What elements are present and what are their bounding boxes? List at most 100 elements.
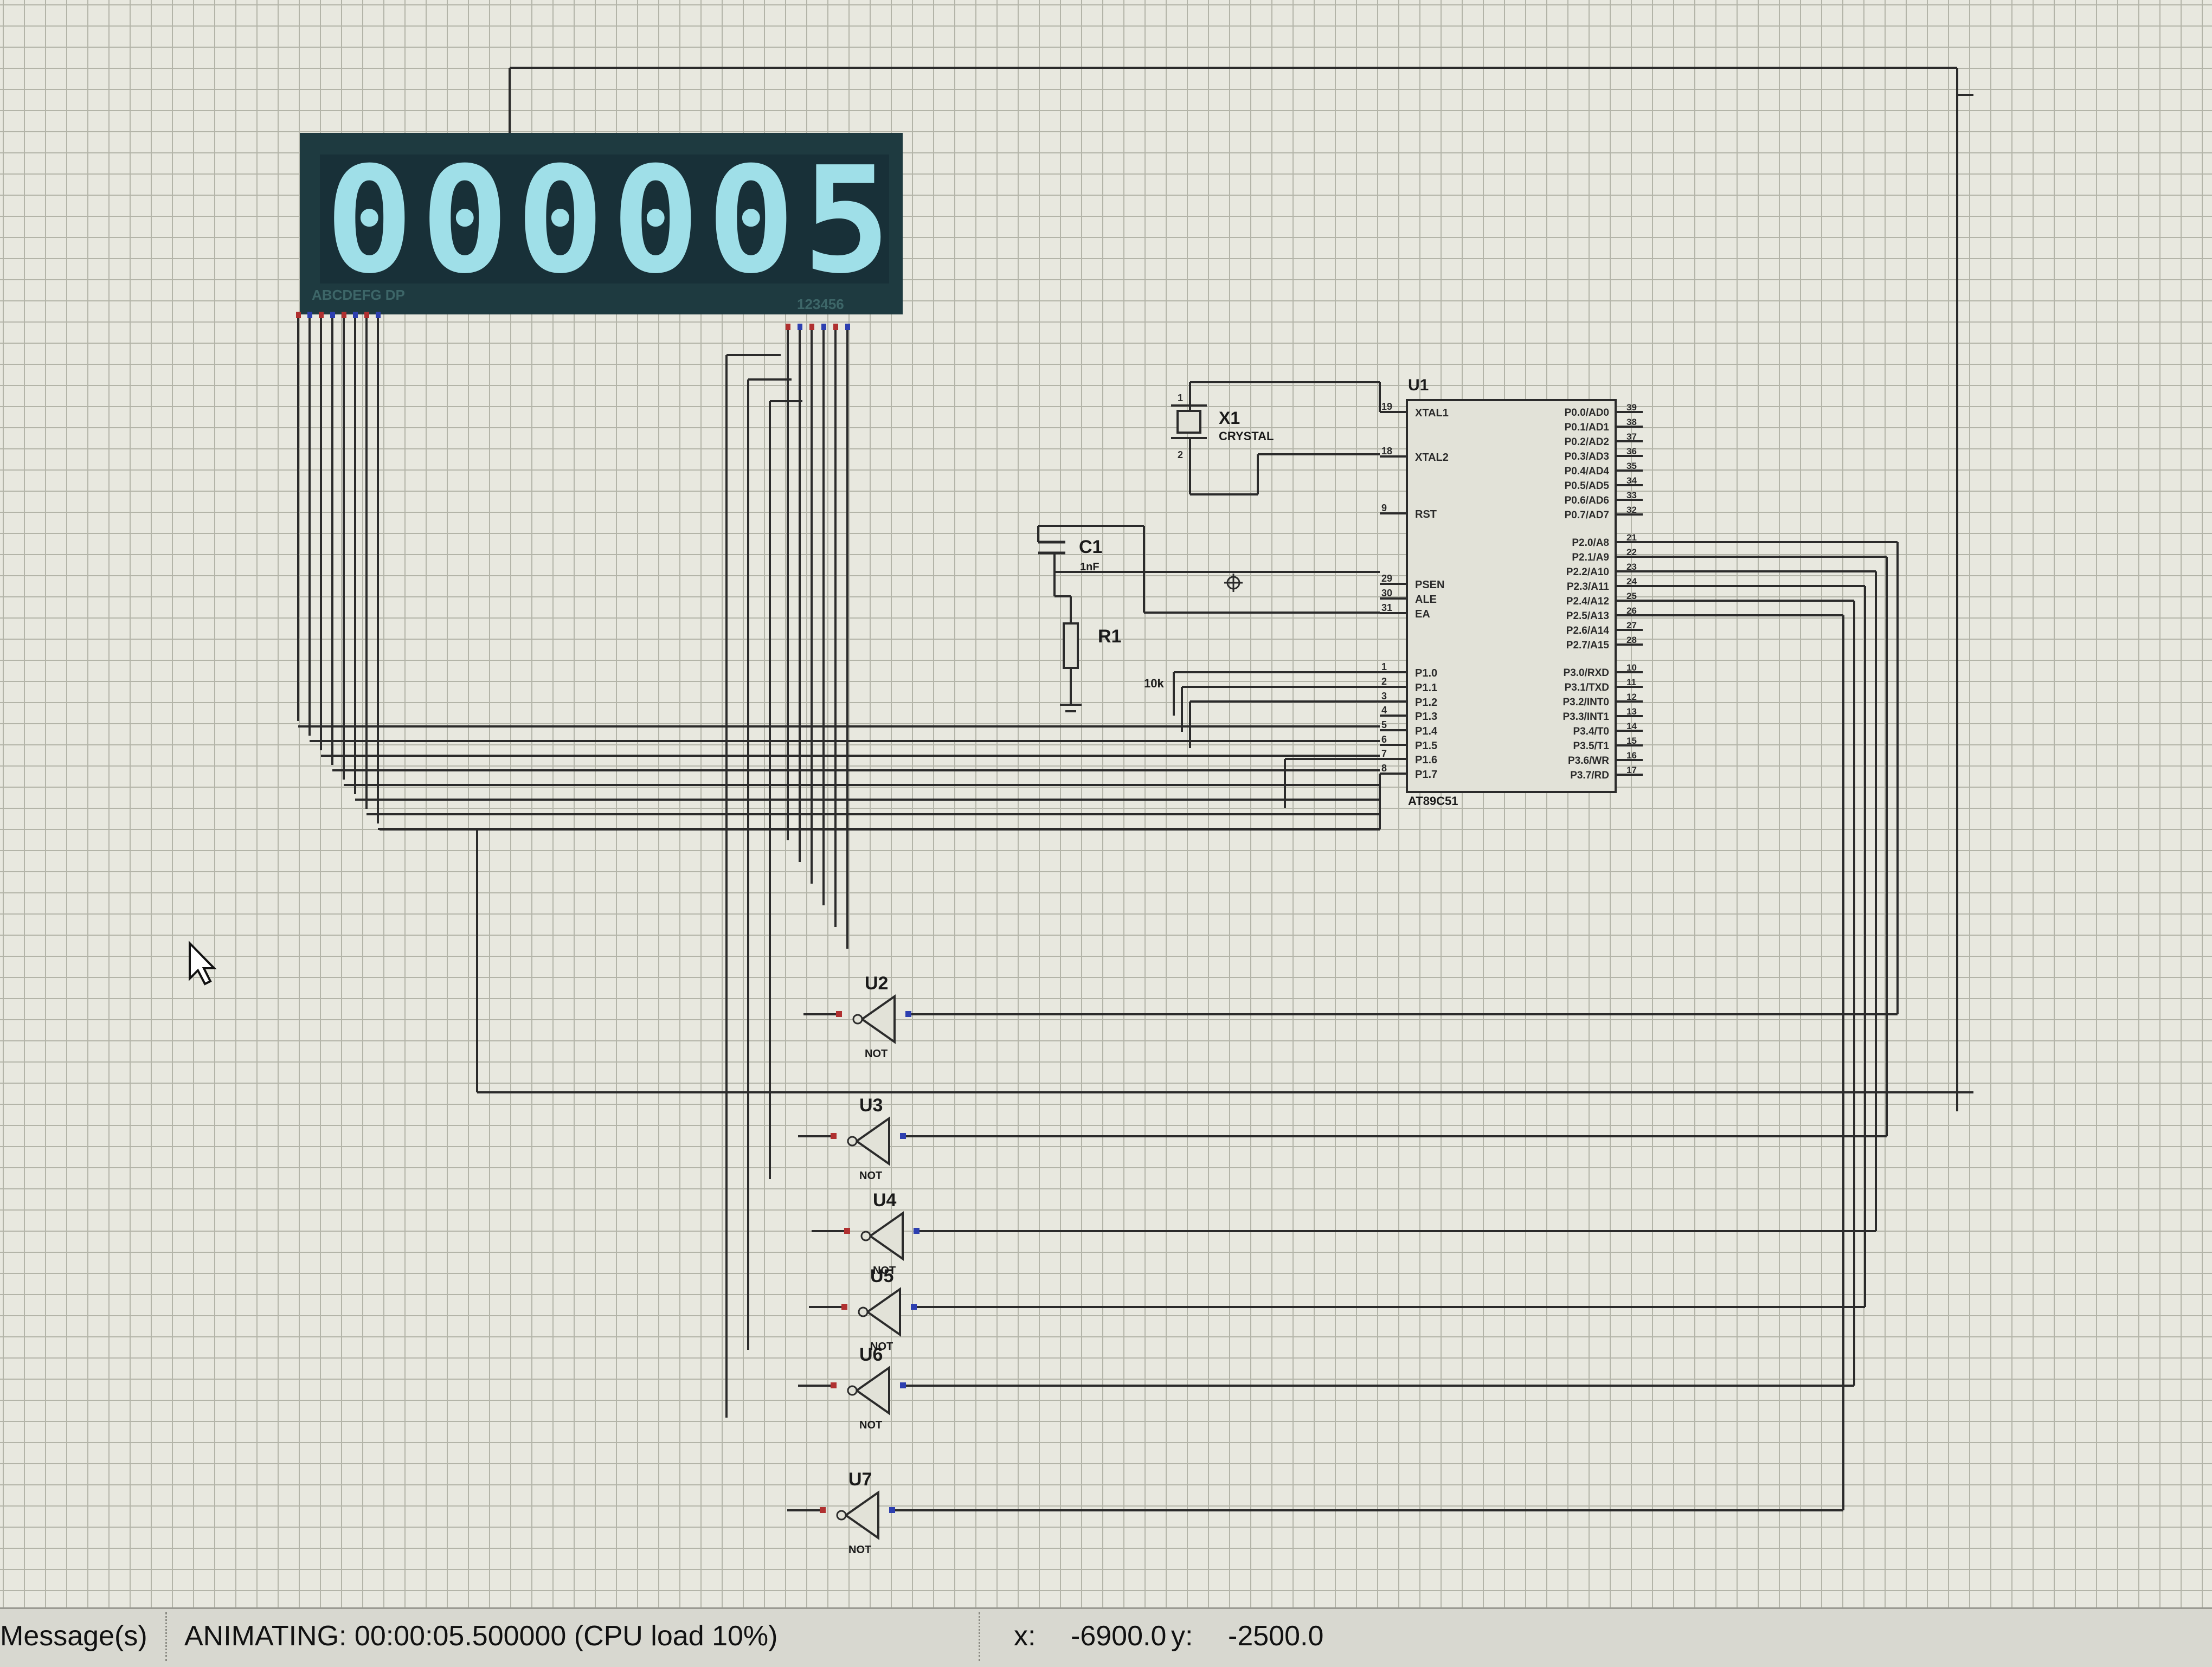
gate-bubble: [858, 1306, 869, 1317]
mcu-pin-number: 10: [1626, 662, 1637, 673]
mcu-pin-name: P1.4: [1415, 725, 1438, 737]
mcu-pin-name: P3.6/WR: [1568, 755, 1609, 767]
segment-pin[interactable]: [353, 312, 358, 318]
gate-input-pin[interactable]: [844, 1228, 850, 1234]
resistor-r1[interactable]: R1 10k: [1060, 622, 1164, 712]
mcu-pin-number: 11: [1626, 677, 1636, 687]
gate-type: NOT: [859, 1419, 882, 1431]
mcu-pin-name: P0.1/AD1: [1565, 422, 1610, 433]
seven-segment-display[interactable]: 000005 ABCDEFG DP 123456: [296, 133, 903, 330]
mcu-pin-name: P3.5/T1: [1573, 741, 1609, 752]
gate-bubble: [860, 1231, 871, 1241]
gate-output-pin[interactable]: [900, 1382, 906, 1388]
mcu-pin-number: 5: [1381, 719, 1387, 730]
mcu-pin-name: P0.6/AD6: [1565, 495, 1609, 506]
gate-output-pin[interactable]: [914, 1228, 919, 1234]
gate-output-pin[interactable]: [905, 1011, 911, 1017]
not-gate[interactable]: U5NOT: [841, 1266, 917, 1353]
inverter-gates[interactable]: U2 NOT U3 NOT U4NOTU5NOTU6 NOT U7 NOT: [820, 973, 919, 1556]
gate-input-pin[interactable]: [820, 1507, 826, 1513]
segment-pin[interactable]: [296, 312, 301, 318]
segment-pin[interactable]: [307, 312, 312, 318]
gate-body: [854, 1116, 890, 1166]
not-gate[interactable]: U3 NOT: [831, 1095, 906, 1182]
not-gate[interactable]: U4NOT: [844, 1190, 919, 1277]
gate-input-pin[interactable]: [831, 1382, 837, 1388]
mcu-pin-number: 9: [1381, 503, 1387, 513]
segment-pin[interactable]: [342, 312, 346, 318]
digit-pin[interactable]: [833, 324, 838, 330]
digit-pin[interactable]: [821, 324, 826, 330]
crystal-ref: X1: [1219, 408, 1240, 428]
mcu-pin-name: P3.0/RXD: [1564, 667, 1609, 679]
digit-pin[interactable]: [809, 324, 814, 330]
gate-ref: U5: [870, 1266, 893, 1286]
mcu-pin-name: P1.0: [1415, 667, 1437, 679]
mcu-pin-name: P2.2/A10: [1566, 567, 1609, 578]
crystal-body: [1176, 410, 1201, 434]
segment-pin[interactable]: [376, 312, 381, 318]
display-digit: 0: [707, 135, 795, 306]
gate-body: [854, 1366, 890, 1415]
gate-body: [865, 1287, 901, 1337]
message-log-button[interactable]: Message(s): [0, 1620, 147, 1652]
gate-bubble: [836, 1510, 847, 1521]
gate-input-pin[interactable]: [841, 1304, 847, 1310]
capacitor-c1[interactable]: C1 1nF: [1038, 537, 1102, 573]
not-gate[interactable]: U7 NOT: [820, 1469, 895, 1556]
mcu-pin-number: 33: [1626, 490, 1637, 500]
gate-input-pin[interactable]: [831, 1133, 837, 1139]
mcu-pin-name: P3.4/T0: [1573, 726, 1609, 737]
gate-output-pin[interactable]: [889, 1507, 895, 1513]
mcu-pin-number: 27: [1626, 620, 1637, 630]
mcu-pin-name: P1.2: [1415, 697, 1437, 709]
mcu-pin-name: P2.4/A12: [1566, 596, 1609, 607]
schematic-canvas[interactable]: 000005 ABCDEFG DP 123456 U1 AT89C51 19 XT…: [0, 0, 2212, 1607]
mcu-part: AT89C51: [1408, 794, 1458, 808]
mcu-pin-number: 32: [1626, 505, 1637, 515]
digit-pin[interactable]: [786, 324, 790, 330]
gate-body: [868, 1211, 904, 1261]
gate-output-pin[interactable]: [911, 1304, 917, 1310]
mcu-pin-name: XTAL2: [1415, 452, 1449, 464]
mcu-pin-name: P0.4/AD4: [1565, 466, 1610, 477]
mcu-pin-number: 22: [1626, 547, 1637, 557]
crystal-pin2: 2: [1178, 449, 1183, 460]
gate-bubble: [847, 1136, 858, 1147]
mcu-pin-name: P0.2/AD2: [1565, 436, 1609, 448]
gate-input-pin[interactable]: [836, 1011, 842, 1017]
crystal-pin1: 1: [1178, 392, 1183, 403]
status-bar: Message(s) ANIMATING: 00:00:05.500000 (C…: [0, 1607, 2212, 1667]
display-digit: 0: [325, 135, 414, 306]
mcu-pin-number: 37: [1626, 432, 1637, 442]
not-gate[interactable]: U2 NOT: [836, 973, 911, 1060]
mcu-pin-number: 23: [1626, 562, 1637, 572]
segment-pin[interactable]: [364, 312, 369, 318]
cap-value: 1nF: [1080, 561, 1099, 573]
x-coordinate-label: x:: [1014, 1620, 1036, 1652]
gate-ref: U3: [859, 1095, 883, 1116]
segment-pin[interactable]: [319, 312, 324, 318]
resistor-body: [1063, 622, 1079, 669]
y-coordinate-label: y:: [1171, 1620, 1193, 1652]
not-gate[interactable]: U6 NOT: [831, 1344, 906, 1431]
mcu-pin-name: ALE: [1415, 594, 1437, 606]
mcu-pin-number: 1: [1381, 661, 1387, 672]
digit-pin[interactable]: [845, 324, 850, 330]
animation-status: ANIMATING: 00:00:05.500000 (CPU load 10%…: [184, 1620, 778, 1652]
mcu-pin-name: P3.2/INT0: [1562, 697, 1609, 708]
digit-pin[interactable]: [798, 324, 802, 330]
mcu-pin-number: 3: [1381, 691, 1387, 701]
schematic-drawing[interactable]: 000005 ABCDEFG DP 123456 U1 AT89C51 19XT…: [0, 0, 2212, 1607]
microcontroller-u1[interactable]: U1 AT89C51 19XTAL118XTAL29RST29PSEN30ALE…: [1380, 376, 1643, 808]
gate-bubble: [847, 1385, 858, 1396]
segment-pin[interactable]: [330, 312, 335, 318]
gate-output-pin[interactable]: [900, 1133, 906, 1139]
mcu-pin-number: 15: [1626, 736, 1637, 746]
gate-ref: U2: [865, 973, 888, 994]
display-digit: 0: [421, 135, 509, 306]
mcu-pin-number: 31: [1381, 602, 1392, 613]
mcu-pin-number: 28: [1626, 635, 1637, 645]
crystal-x1[interactable]: X1 CRYSTAL 1 2: [1171, 392, 1274, 460]
mcu-pin-name: P0.3/AD3: [1565, 451, 1609, 462]
